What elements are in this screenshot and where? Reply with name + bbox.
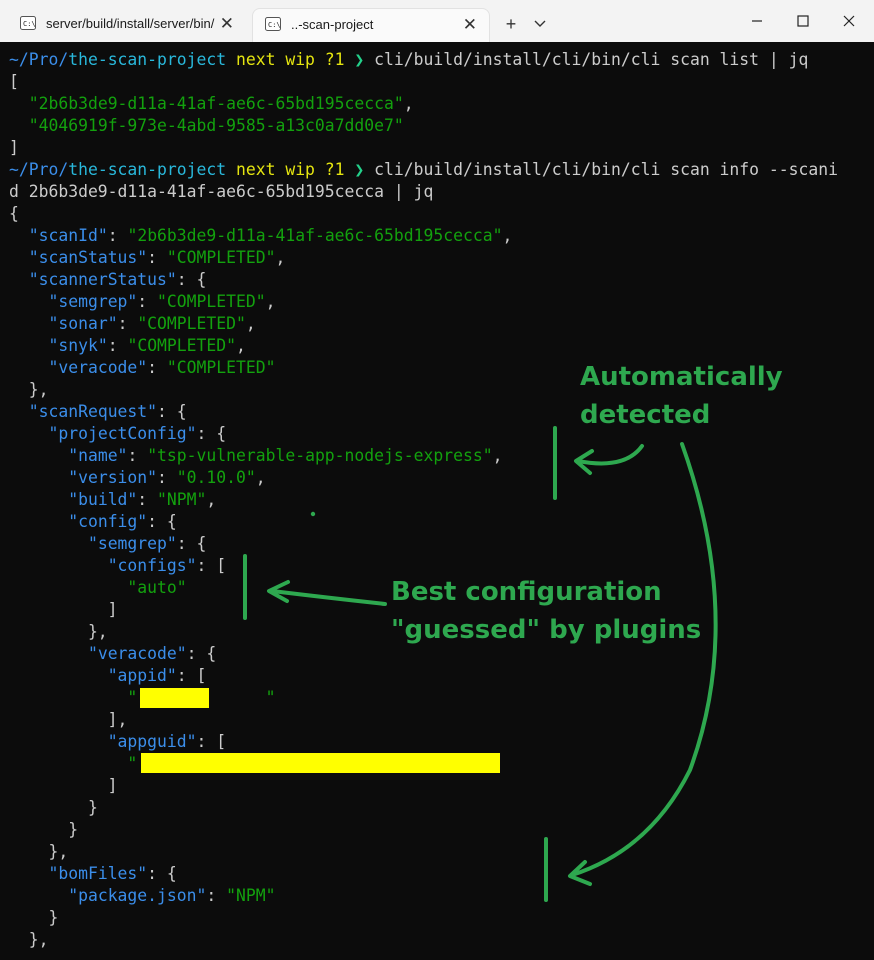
new-tab-button[interactable]: +	[500, 14, 522, 35]
output-line: "semgrep": {	[87, 534, 207, 553]
redaction-box	[141, 753, 500, 773]
annotation-auto-detected: Automatically detected	[580, 362, 783, 430]
output-line: "auto"	[127, 578, 187, 597]
command-text: cli/build/install/cli/bin/cli scan list …	[374, 50, 809, 69]
tab-label: server/build/install/server/bin/	[46, 16, 215, 31]
output-line: "4046919f-973e-4abd-9585-a13c0a7dd0e7"	[28, 116, 404, 135]
output-line: "veracode": "COMPLETED"	[48, 358, 276, 377]
output-line: "sonar": "COMPLETED",	[48, 314, 256, 333]
command-text: d 2b6b3de9-d11a-41af-ae6c-65bd195cecca |…	[9, 182, 434, 201]
svg-text:C:\: C:\	[23, 20, 36, 28]
output-line: ],	[9, 710, 128, 729]
output-line: "scanId": "2b6b3de9-d11a-41af-ae6c-65bd1…	[28, 226, 513, 245]
command-text: cli/build/install/cli/bin/cli scan info …	[374, 160, 838, 179]
terminal-pane[interactable]: ~/Pro/the-scan-project next wip ?1 ❯ cli…	[0, 42, 874, 960]
output-line: "semgrep": "COMPLETED",	[48, 292, 276, 311]
close-window-icon[interactable]	[826, 8, 872, 34]
redaction-box	[140, 688, 209, 708]
chevron-down-icon[interactable]	[530, 16, 550, 32]
output-line: }	[9, 820, 79, 839]
output-line: "projectConfig": {	[48, 424, 227, 443]
tab-server[interactable]: C:\ server/build/install/server/bin/ ✕	[8, 8, 246, 42]
prompt-line: ~/Pro/the-scan-project next wip ?1 ❯ cli…	[9, 160, 838, 179]
close-tab-icon[interactable]: ✕	[463, 15, 477, 35]
output-line: "configs": [	[107, 556, 227, 575]
output-line: "scanRequest": {	[28, 402, 187, 421]
output-line: }	[9, 798, 98, 817]
output-line: },	[9, 380, 49, 399]
terminal-icon: C:\	[20, 16, 36, 30]
output-line: "veracode": {	[87, 644, 217, 663]
terminal-icon: C:\	[265, 17, 281, 31]
svg-text:C:\: C:\	[268, 21, 281, 29]
output-line: "name": "tsp-vulnerable-app-nodejs-expre…	[68, 446, 503, 465]
annotation-best-config: Best configuration "guessed" by plugins	[391, 577, 702, 645]
output-line: "bomFiles": {	[48, 864, 177, 883]
output-line: },	[9, 622, 108, 641]
output-line: }	[9, 908, 59, 927]
output-line: "config": {	[68, 512, 177, 531]
maximize-icon[interactable]	[780, 8, 826, 34]
output-line: "appid": [	[107, 666, 207, 685]
output-line: {	[9, 204, 19, 223]
tab-scan-project[interactable]: C:\ ..-scan-project ✕	[252, 8, 490, 42]
output-line: ]	[9, 138, 19, 157]
output-line: "version": "0.10.0",	[68, 468, 266, 487]
output-line: ]	[9, 776, 118, 795]
prompt-line: ~/Pro/the-scan-project next wip ?1 ❯ cli…	[9, 50, 809, 69]
output-line: "scanStatus": "COMPLETED",	[28, 248, 286, 267]
output-line: "appguid": [	[107, 732, 227, 751]
close-tab-icon[interactable]: ✕	[220, 14, 234, 34]
title-bar: C:\ server/build/install/server/bin/ ✕ C…	[0, 0, 874, 42]
minimize-icon[interactable]	[734, 8, 780, 34]
output-line: "scannerStatus": {	[28, 270, 207, 289]
output-line: },	[9, 842, 69, 861]
output-line: "snyk": "COMPLETED",	[48, 336, 246, 355]
tab-label: ..-scan-project	[291, 17, 374, 32]
output-line: "build": "NPM",	[68, 490, 217, 509]
output-line: "package.json": "NPM"	[68, 886, 276, 905]
output-line: [	[9, 72, 19, 91]
output-line: },	[9, 930, 49, 949]
output-line: "2b6b3de9-d11a-41af-ae6c-65bd195cecca",	[28, 94, 414, 113]
output-line: ]	[9, 600, 118, 619]
